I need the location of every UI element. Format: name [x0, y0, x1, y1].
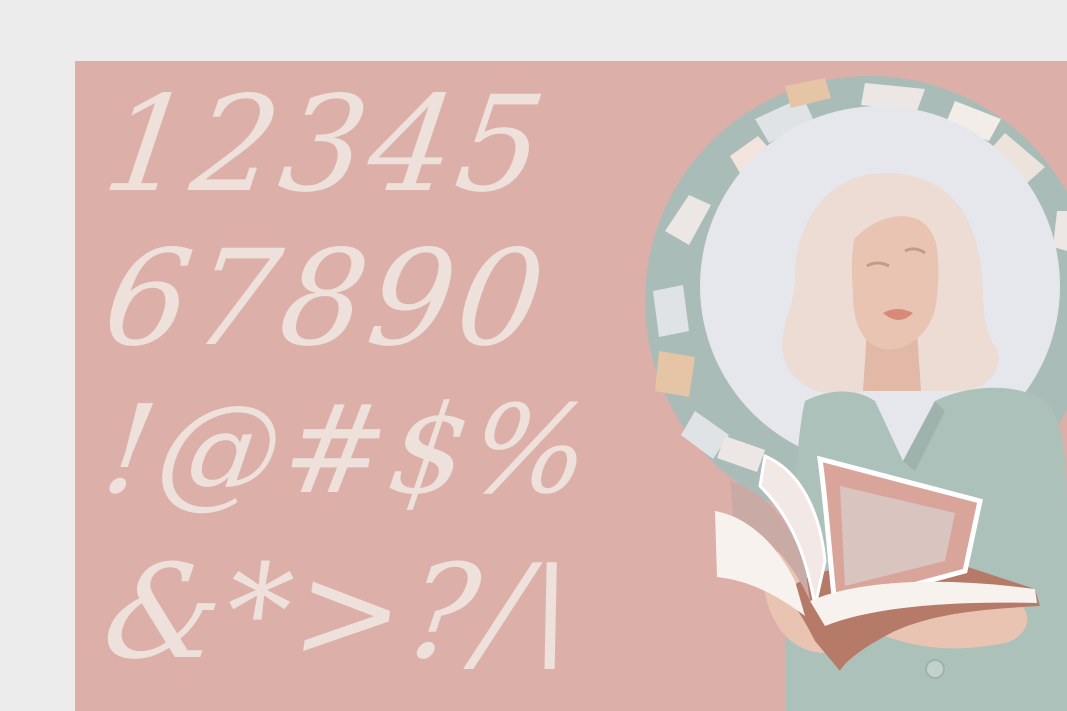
glyph-row-symbols-1: !@#$% [95, 379, 603, 521]
glyph-row-numbers-1: 12345 [95, 68, 558, 222]
font-preview-card: 12345 67890 !@#$% &*>?/\ [75, 61, 1067, 711]
glyph-row-numbers-2: 67890 [95, 222, 558, 376]
woman-reading-book-icon [645, 76, 1067, 711]
glyph-row-symbols-2: &*>?/\ [95, 536, 588, 688]
blouse-button [925, 659, 945, 679]
